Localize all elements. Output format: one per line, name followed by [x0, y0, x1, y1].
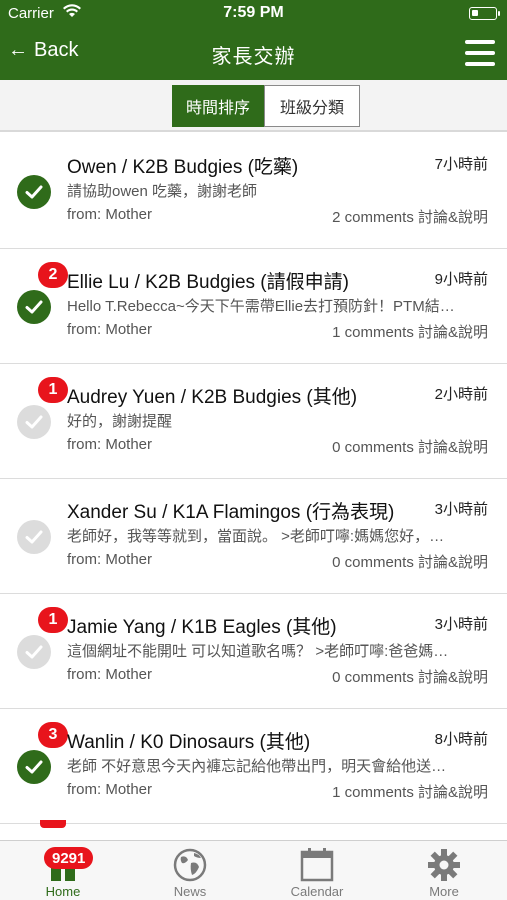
item-comments: 0 comments 討論&說明 [332, 669, 488, 686]
item-from: from: Mother [67, 436, 153, 453]
item-time: 2小時前 [434, 386, 488, 403]
list-item[interactable]: 2 Ellie Lu / K2B Budgies (請假申請) 9小時前 Hel… [0, 249, 507, 364]
gear-icon [428, 849, 460, 881]
list-item-partial[interactable] [0, 820, 507, 840]
status-check-icon[interactable] [17, 750, 51, 784]
status-check-icon[interactable] [17, 405, 51, 439]
item-from: from: Mother [67, 666, 153, 683]
unread-badge: 3 [38, 722, 68, 748]
nav-bar: ← Back 家長交辦 [0, 26, 507, 80]
list-item[interactable]: Owen / K2B Budgies (吃藥) 7小時前 請協助owen 吃藥，… [0, 134, 507, 249]
item-title: Jamie Yang / K1B Eagles (其他) [67, 617, 337, 638]
tab-calendar[interactable]: Calendar [254, 841, 380, 900]
tab-more-label: More [429, 884, 459, 899]
status-check-icon[interactable] [17, 635, 51, 669]
item-message: 老師好，我等等就到，當面說。 >老師叮嚀:媽媽您好，… [67, 528, 445, 545]
item-message: 好的，謝謝提醒 [67, 413, 173, 430]
segment-sort-by-time[interactable]: 時間排序 [172, 85, 264, 127]
item-time: 3小時前 [434, 616, 488, 633]
page-title: 家長交辦 [211, 46, 296, 68]
item-title: Audrey Yuen / K2B Budgies (其他) [67, 387, 358, 408]
unread-badge: 1 [38, 377, 68, 403]
item-message: Hello T.Rebecca~今天下午需帶Ellie去打預防針！PTM結… [67, 298, 455, 315]
battery-icon [469, 7, 500, 20]
message-list: Owen / K2B Budgies (吃藥) 7小時前 請協助owen 吃藥，… [0, 134, 507, 840]
list-item[interactable]: 1 Audrey Yuen / K2B Budgies (其他) 2小時前 好的… [0, 364, 507, 479]
status-check-icon[interactable] [17, 290, 51, 324]
tab-more[interactable]: More [381, 841, 507, 900]
hamburger-menu-icon[interactable] [465, 40, 495, 66]
item-comments: 0 comments 討論&說明 [332, 554, 488, 571]
item-message: 這個網址不能開吐 可以知道歌名嗎？ >老師叮嚀:爸爸媽… [67, 643, 449, 660]
unread-badge: 2 [38, 262, 68, 288]
tab-news-label: News [173, 884, 207, 899]
battery-level [472, 10, 478, 16]
app-screen: Carrier 7:59 PM ← Back 家長交辦 時間排序 班級分類 Ow… [0, 0, 507, 900]
tab-calendar-label: Calendar [290, 884, 344, 899]
sort-segmented-control: 時間排序 班級分類 [0, 80, 507, 132]
item-comments: 1 comments 討論&說明 [332, 324, 488, 341]
status-check-icon[interactable] [17, 520, 51, 554]
item-message: 老師 不好意思今天內褲忘記給他帶出門，明天會給他送… [67, 758, 447, 775]
tab-home[interactable]: 9291 Home [0, 841, 126, 900]
home-badge: 9291 [44, 847, 94, 869]
list-item[interactable]: 1 Jamie Yang / K1B Eagles (其他) 3小時前 這個網址… [0, 594, 507, 709]
list-item[interactable]: Xander Su / K1A Flamingos (行為表現) 3小時前 老師… [0, 479, 507, 594]
item-comments: 0 comments 討論&說明 [332, 439, 488, 456]
item-message: 請協助owen 吃藥，謝謝老師 [67, 183, 258, 200]
status-bar: Carrier 7:59 PM [0, 0, 507, 26]
item-title: Ellie Lu / K2B Budgies (請假申請) [67, 272, 349, 293]
item-comments: 1 comments 討論&說明 [332, 784, 488, 801]
item-title: Xander Su / K1A Flamingos (行為表現) [67, 502, 395, 523]
item-time: 3小時前 [434, 501, 488, 518]
item-time: 9小時前 [434, 271, 488, 288]
item-from: from: Mother [67, 551, 153, 568]
globe-icon [173, 848, 207, 882]
tab-news[interactable]: News [127, 841, 253, 900]
status-time: 7:59 PM [223, 4, 284, 21]
item-time: 8小時前 [434, 731, 488, 748]
item-time: 7小時前 [434, 156, 488, 173]
list-item[interactable]: 3 Wanlin / K0 Dinosaurs (其他) 8小時前 老師 不好意… [0, 709, 507, 824]
status-check-icon[interactable] [17, 175, 51, 209]
unread-badge: 1 [38, 607, 68, 633]
segment-sort-by-class[interactable]: 班級分類 [264, 85, 360, 127]
item-from: from: Mother [67, 321, 153, 338]
calendar-icon [300, 848, 334, 882]
tab-bar: 9291 Home News Calendar More [0, 840, 507, 900]
item-from: from: Mother [67, 206, 153, 223]
item-title: Wanlin / K0 Dinosaurs (其他) [67, 732, 311, 753]
tab-home-label: Home [45, 884, 81, 899]
unread-badge-partial [40, 820, 66, 828]
item-from: from: Mother [67, 781, 153, 798]
item-comments: 2 comments 討論&說明 [332, 209, 488, 226]
item-title: Owen / K2B Budgies (吃藥) [67, 157, 299, 178]
